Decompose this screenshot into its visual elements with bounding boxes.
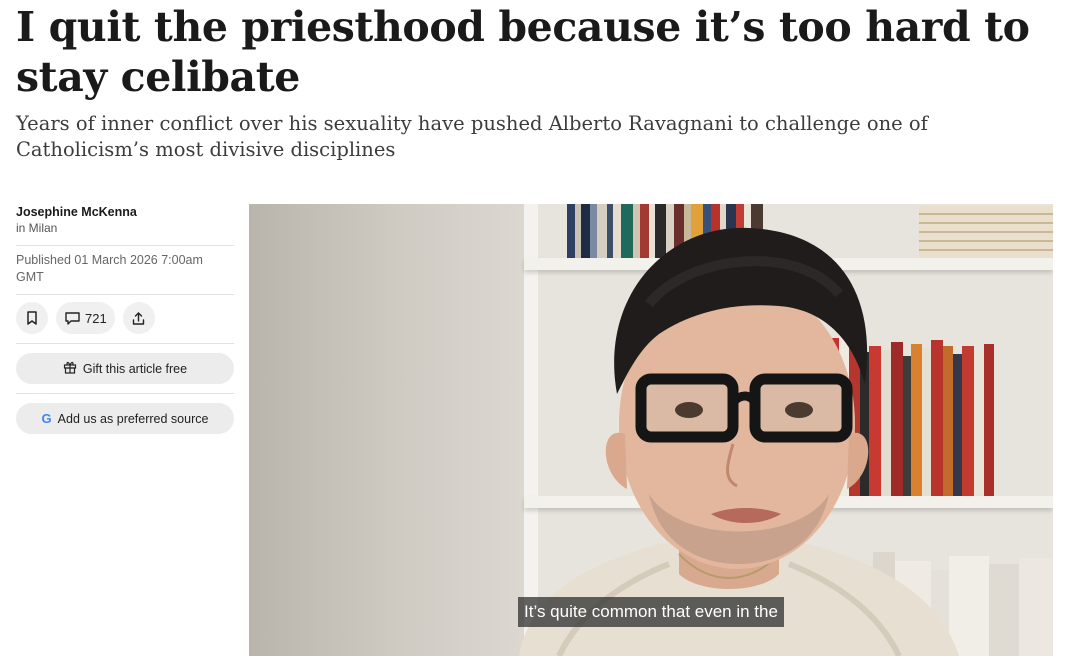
bookmark-button[interactable]	[16, 302, 48, 334]
share-button[interactable]	[122, 302, 155, 334]
gift-article-button[interactable]: Gift this article free	[16, 353, 234, 384]
preferred-source-button[interactable]: G Add us as preferred source	[16, 403, 234, 434]
divider	[16, 343, 234, 344]
share-icon	[131, 311, 146, 326]
preferred-source-label: Add us as preferred source	[57, 411, 209, 426]
article-standfirst: Years of inner conflict over his sexuali…	[16, 112, 928, 161]
gift-icon	[63, 360, 77, 377]
author-name[interactable]: Josephine McKenna	[16, 205, 234, 219]
bookmark-icon	[25, 310, 39, 326]
video-caption: It’s quite common that even in the	[249, 597, 1053, 627]
divider	[16, 393, 234, 394]
article-actions: 721	[16, 295, 234, 343]
google-icon: G	[41, 411, 52, 426]
video-player[interactable]: It’s quite common that even in the	[249, 204, 1053, 656]
speaker-figure	[519, 227, 959, 656]
article-meta-sidebar: Josephine McKenna in Milan Published 01 …	[16, 205, 234, 443]
comment-icon	[64, 311, 81, 326]
author-location: in Milan	[16, 221, 58, 235]
video-wall-background	[249, 204, 524, 656]
comments-count: 721	[85, 310, 107, 326]
video-caption-text: It’s quite common that even in the	[518, 597, 784, 627]
comments-button[interactable]: 721	[56, 302, 115, 334]
gift-article-label: Gift this article free	[82, 361, 188, 376]
publish-date: Published 01 March 2026 7:00am GMT	[16, 253, 203, 284]
article-headline: I quit the priesthood because it’s too h…	[16, 3, 1030, 101]
